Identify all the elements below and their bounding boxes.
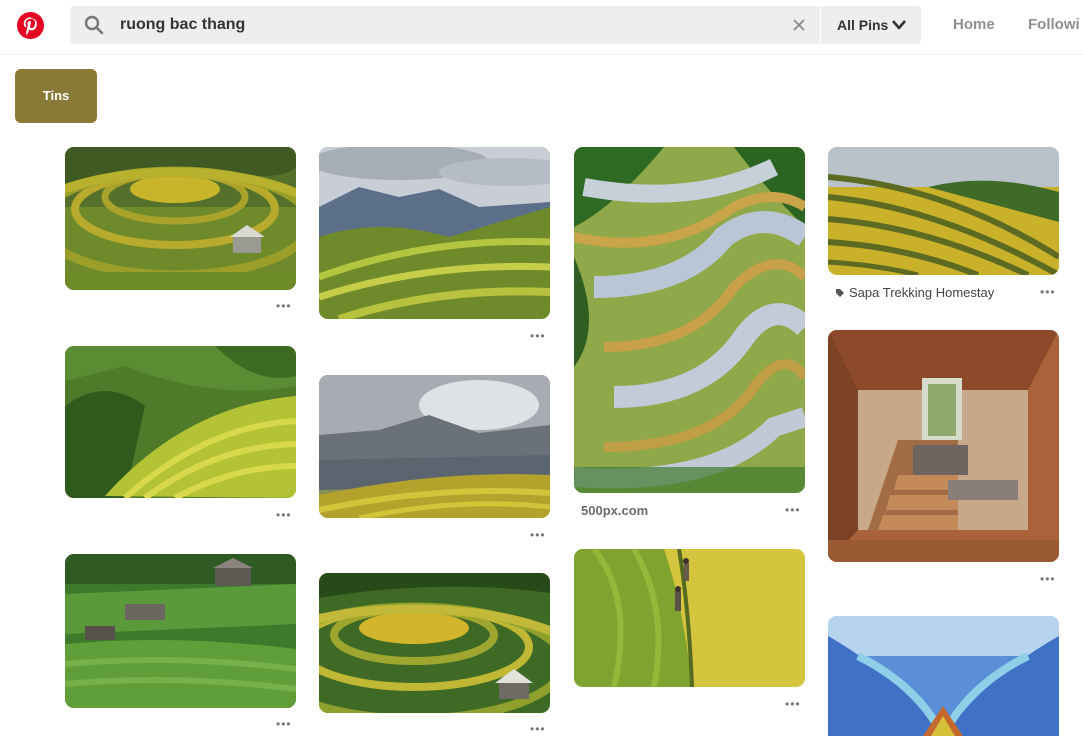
pin-terrace-image[interactable]: [65, 147, 296, 290]
search-icon: [84, 15, 104, 35]
pin-terrace-image[interactable]: [574, 147, 805, 493]
pin-more-icon[interactable]: •••: [530, 723, 546, 735]
pin-source-label[interactable]: Sapa Trekking Homestay: [849, 285, 994, 300]
pin-more-icon[interactable]: •••: [785, 504, 801, 516]
pin-image: [574, 549, 805, 687]
pin-image: [828, 330, 1059, 562]
nav-following[interactable]: Followi: [1028, 6, 1080, 44]
pin-terrace-image[interactable]: [319, 573, 550, 713]
pin-more-icon[interactable]: •••: [785, 698, 801, 710]
pin-more-icon[interactable]: •••: [530, 529, 546, 541]
pin-terrace-image[interactable]: [319, 147, 550, 319]
pin-image: [319, 375, 550, 518]
pin-terrace-image[interactable]: [319, 375, 550, 518]
pin-terrace-image[interactable]: [574, 549, 805, 687]
pin-more-icon[interactable]: •••: [276, 718, 292, 730]
pin-more-icon[interactable]: •••: [530, 330, 546, 342]
tag-icon: [836, 289, 844, 297]
pin-terrace-image[interactable]: [828, 147, 1059, 275]
pin-terrace-image[interactable]: [65, 346, 296, 498]
pin-image: [574, 147, 805, 493]
pin-image: [65, 147, 296, 290]
pin-more-icon[interactable]: •••: [276, 300, 292, 312]
pin-more-icon[interactable]: •••: [1040, 286, 1056, 298]
pin-image: [828, 616, 1059, 736]
chevron-down-icon: [892, 20, 906, 30]
pin-filter-dropdown[interactable]: All Pins: [821, 6, 921, 44]
filter-label: All Pins: [837, 17, 889, 33]
pin-more-icon[interactable]: •••: [276, 509, 292, 521]
guide-chip-tins[interactable]: Tins: [15, 69, 97, 123]
pin-more-icon[interactable]: •••: [1040, 573, 1056, 585]
search-input[interactable]: ruong bac thang: [120, 6, 245, 44]
pin-image: [319, 573, 550, 713]
pin-interior-image[interactable]: [828, 330, 1059, 562]
pin-source-label[interactable]: 500px.com: [581, 503, 648, 518]
pin-image: [65, 346, 296, 498]
header-divider: [0, 54, 1083, 55]
pin-image: [319, 147, 550, 319]
pin-image: [65, 554, 296, 708]
top-bar: ruong bac thang All Pins Home Followi: [0, 0, 1083, 52]
close-icon[interactable]: [790, 16, 808, 34]
pin-image: [828, 147, 1059, 275]
nav-home[interactable]: Home: [953, 6, 995, 44]
pin-abstract-image[interactable]: [828, 616, 1059, 736]
pinterest-logo-icon[interactable]: [16, 11, 45, 40]
search-bar[interactable]: ruong bac thang: [70, 6, 820, 44]
pin-terrace-image[interactable]: [65, 554, 296, 708]
